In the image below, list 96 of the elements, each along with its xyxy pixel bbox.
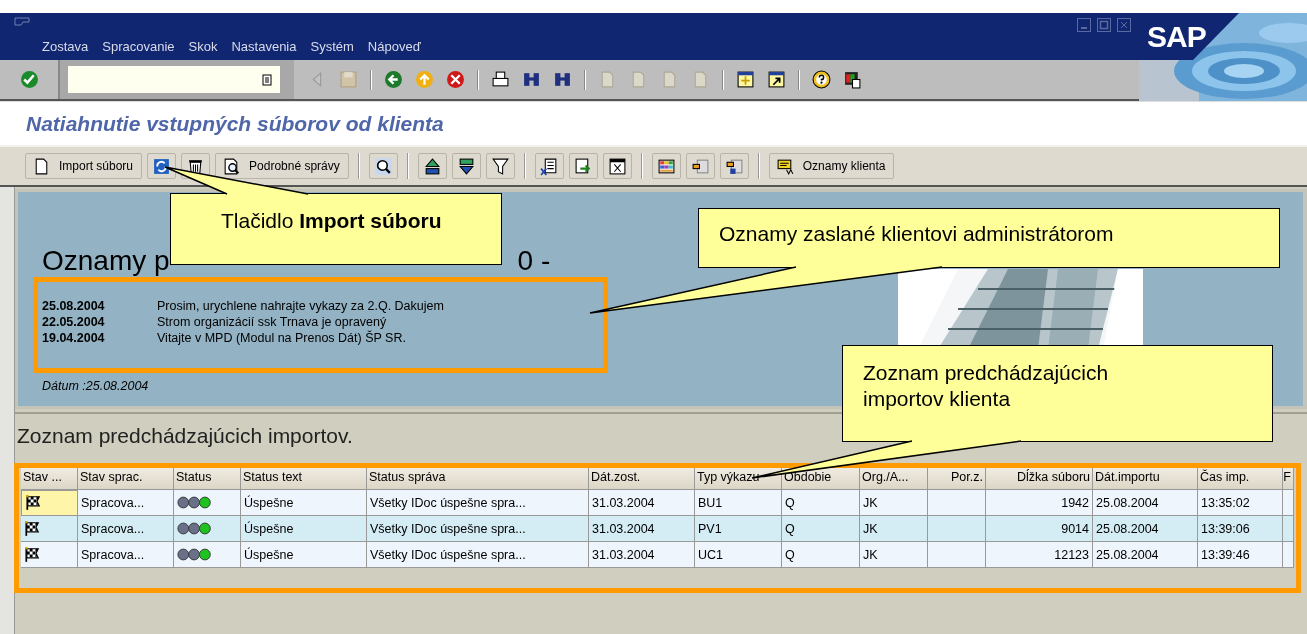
toolbar-button[interactable] [568,153,598,179]
table-cell: 1942 [986,490,1093,516]
document-x-icon[interactable] [607,156,627,176]
table-cell: 13:35:02 [1198,490,1283,516]
toolbar-button[interactable] [685,153,715,179]
notice-text: Prosim, urychlene nahrajte vykazy za 2.Q. Dakujem [157,299,444,313]
table-cell: 25.08.2004 [1093,516,1198,542]
table-cell: PV1 [695,516,782,542]
sort-descending-icon[interactable] [456,156,476,176]
spreadsheet-icon[interactable] [539,156,559,176]
table-cell [1283,516,1294,542]
table-cell: Spracova... [78,490,174,516]
toolbar-button[interactable] [417,153,447,179]
table-cell: Q [782,516,860,542]
close-icon[interactable] [1117,18,1131,32]
table-cell: JK [860,490,928,516]
notice-text: Vitajte v MPD (Modul na Prenos Dát) ŠP SR. [157,331,406,345]
find-next-icon[interactable] [553,70,572,89]
notices-heading-end: 0 - [517,244,551,278]
notice-text: Strom organizácií ssk Trnava je opravený [157,315,387,329]
table-cell: Úspešne [241,542,367,568]
maximize-icon[interactable] [1097,18,1111,32]
table-cell: Q [782,490,860,516]
magnifier-document-icon[interactable] [222,156,242,176]
imports-heading: Zoznam predchádzajúcich importov. [17,423,354,449]
table-cell [928,490,986,516]
table-cell: Úspešne [241,516,367,542]
checkered-flag-icon [25,495,41,511]
cancel-icon[interactable] [446,70,465,89]
table-cell: Všetky IDoc úspešne spra... [367,542,589,568]
checkered-flag-icon [24,520,40,537]
filter-icon[interactable] [490,156,510,176]
minimize-icon[interactable] [1077,18,1091,32]
export-icon[interactable] [573,156,593,176]
toolbar-button[interactable] [719,153,749,179]
notice-date: 25.08.2004 [42,299,106,313]
refresh-icon[interactable] [152,156,172,176]
history-icon[interactable] [262,73,272,86]
notice-date: 19.04.2004 [42,331,106,345]
table-cell: BU1 [695,490,782,516]
toolbar-button[interactable] [534,153,564,179]
table-cell: 9014 [986,516,1093,542]
screen-title: Natiahnutie vstupných súborov od klienta [26,111,444,136]
menu-item[interactable]: Zostava [42,39,89,54]
table-cell [928,542,986,568]
enter-icon[interactable] [19,70,39,89]
table-cell: JK [860,542,928,568]
back-icon[interactable] [384,70,403,89]
table-cell: 31.03.2004 [589,542,695,568]
details-button[interactable]: Podrobné správy [215,153,349,179]
table-cell: 25.08.2004 [1093,490,1198,516]
date-label: Dátum :25.08.2004 [42,379,150,393]
shortcut-icon[interactable] [767,70,786,89]
table-cell: JK [860,516,928,542]
help-icon[interactable] [812,70,831,89]
table-cell: 13:39:06 [1198,516,1283,542]
checkered-flag-icon [24,546,40,563]
table-cell: Q [782,542,860,568]
table-cell: 25.08.2004 [1093,542,1198,568]
notice-date: 22.05.2004 [42,315,106,329]
magnifier-icon[interactable] [373,156,393,176]
table-cell: Všetky IDoc úspešne spra... [367,516,589,542]
menu-item[interactable]: Nápoveď [367,39,421,54]
toolbar-button[interactable] [485,153,515,179]
layout-icon[interactable] [843,70,862,89]
menu-item[interactable]: Spracovanie [102,39,175,54]
save-icon [339,70,358,89]
menu-item[interactable]: Systém [310,39,354,54]
notices-heading: Oznamy p [42,244,170,278]
table-cell: 12123 [986,542,1093,568]
toolbar-button[interactable] [368,153,398,179]
printer-icon[interactable] [491,70,510,89]
table-cell [1283,542,1294,568]
new-session-icon[interactable] [736,70,755,89]
toolbar-button[interactable] [651,153,681,179]
table-cell: Spracova... [78,516,174,542]
sort-ascending-icon[interactable] [422,156,442,176]
logo: SAP [1147,20,1206,54]
table-cell: 31.03.2004 [589,516,695,542]
client-notices-button[interactable]: Oznamy klienta [768,153,895,179]
table-cell: 13:39:46 [1198,542,1283,568]
import-button[interactable]: Import súboru [25,153,143,179]
find-icon[interactable] [522,70,541,89]
table-cell [928,516,986,542]
menu-item[interactable]: Skok [188,39,218,54]
table-cell: UC1 [695,542,782,568]
command-field[interactable] [68,66,280,93]
table-cell: 31.03.2004 [589,490,695,516]
toolbar-button[interactable] [147,153,177,179]
menu-item[interactable]: Nastavenia [231,39,297,54]
table-cell: Všetky IDoc úspešne spra... [367,490,589,516]
toolbar-button[interactable] [602,153,632,179]
table-cell: Úspešne [241,490,367,516]
table-cell [1283,490,1294,516]
toolbar-button[interactable] [451,153,481,179]
table-cell: Spracova... [78,542,174,568]
